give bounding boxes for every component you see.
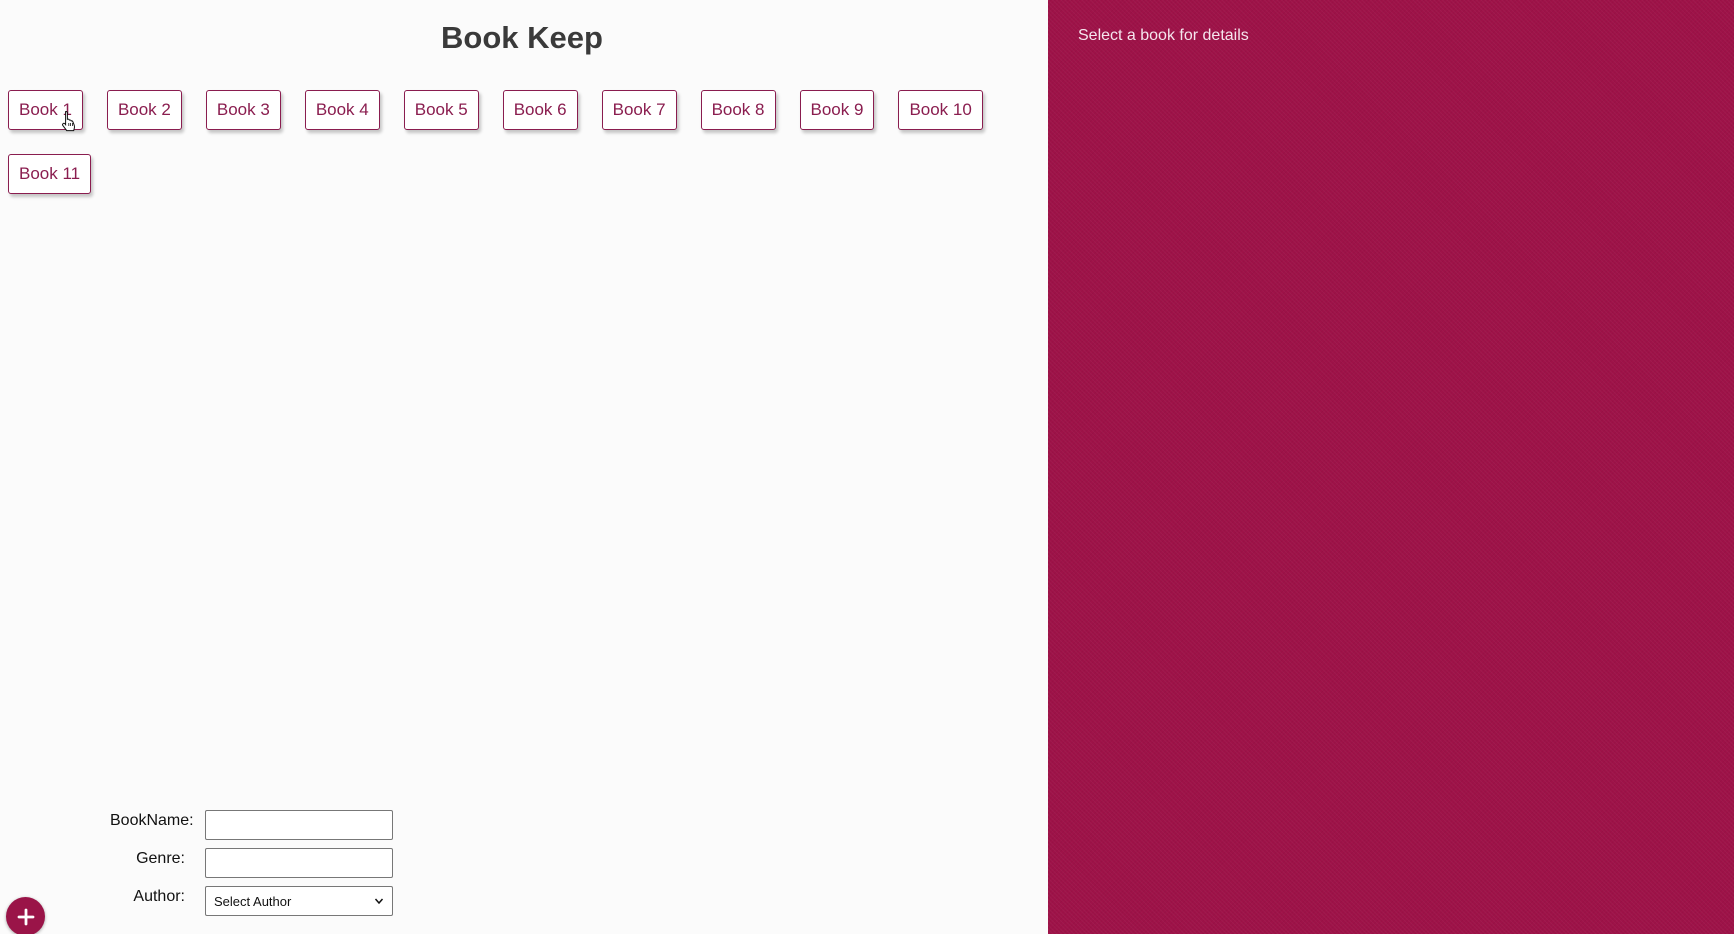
add-book-form: BookName: Genre: Author: Select Author — [110, 810, 430, 924]
details-placeholder: Select a book for details — [1078, 27, 1249, 44]
book-name-row: BookName: — [110, 810, 430, 840]
author-select-value: Select Author — [214, 893, 292, 909]
book-name-input[interactable] — [205, 810, 393, 840]
book-list: Book 1 Book 2 Book 3 Book 4 Book 5 Book … — [8, 90, 1008, 194]
book-button-1[interactable]: Book 1 — [8, 90, 83, 130]
book-button-11[interactable]: Book 11 — [8, 154, 92, 194]
app: Book Keep Book 1 Book 2 Book 3 Book 4 Bo… — [0, 0, 1734, 934]
book-button-3[interactable]: Book 3 — [205, 90, 281, 130]
book-button-8[interactable]: Book 8 — [700, 90, 776, 130]
book-button-5[interactable]: Book 5 — [403, 90, 479, 130]
chevron-down-icon — [374, 898, 384, 905]
genre-input[interactable] — [205, 848, 393, 878]
author-label: Author: — [133, 888, 185, 905]
book-button-6[interactable]: Book 6 — [502, 90, 578, 130]
book-button-10[interactable]: Book 10 — [898, 90, 983, 130]
genre-row: Genre: — [110, 848, 430, 878]
genre-label: Genre: — [136, 850, 185, 867]
book-name-label: BookName: — [110, 812, 194, 829]
book-button-4[interactable]: Book 4 — [304, 90, 380, 130]
book-details-panel: Select a book for details — [1048, 0, 1734, 934]
book-list-panel: Book Keep Book 1 Book 2 Book 3 Book 4 Bo… — [0, 0, 1048, 934]
book-button-2[interactable]: Book 2 — [106, 90, 182, 130]
plus-icon — [17, 908, 34, 925]
page-title: Book Keep — [441, 20, 603, 55]
book-button-7[interactable]: Book 7 — [601, 90, 677, 130]
author-row: Author: Select Author — [110, 886, 430, 916]
book-button-9[interactable]: Book 9 — [799, 90, 875, 130]
add-book-button[interactable] — [6, 897, 45, 934]
author-select[interactable]: Select Author — [205, 886, 393, 916]
